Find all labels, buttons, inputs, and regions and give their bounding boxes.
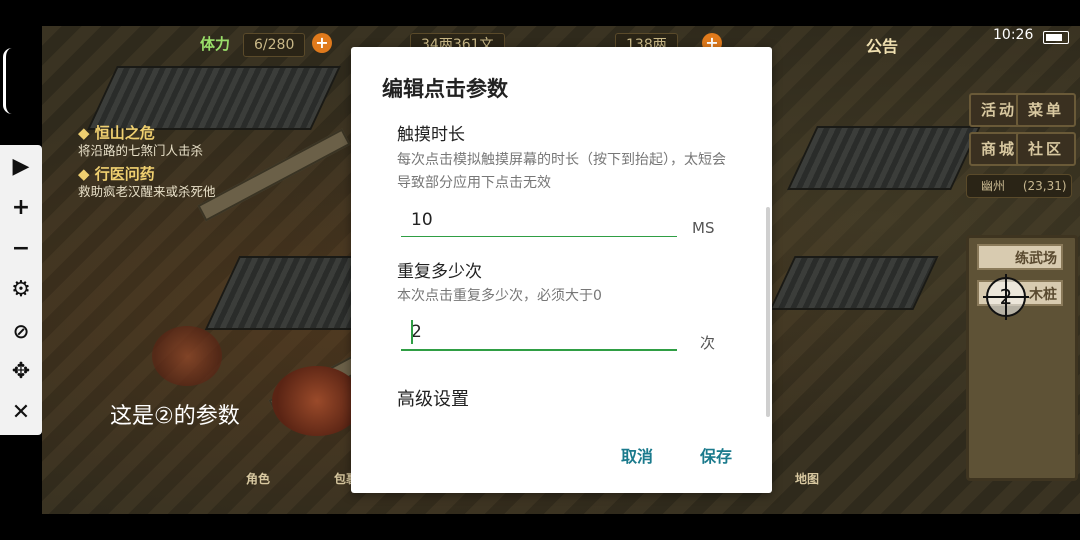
input-underline: [401, 236, 677, 237]
close-icon[interactable]: ✕: [0, 393, 42, 433]
input-underline-focused: [401, 349, 677, 351]
plus-icon[interactable]: +: [0, 188, 42, 228]
drag-handle[interactable]: [3, 48, 12, 114]
move-icon[interactable]: ✥: [0, 352, 42, 392]
location-name: 幽州: [981, 179, 1006, 193]
spot-label: 木桩: [1029, 287, 1057, 303]
status-clock: 10:26: [993, 27, 1034, 43]
touch-duration-unit: MS: [692, 219, 715, 237]
spot-label: 练武场: [1015, 251, 1057, 267]
play-icon[interactable]: ▶: [0, 147, 42, 187]
tree: [152, 326, 222, 386]
roof: [769, 256, 939, 310]
save-button[interactable]: 保存: [700, 443, 732, 467]
cancel-button[interactable]: 取消: [621, 443, 653, 467]
stamina-label: 体力: [200, 35, 231, 53]
quest-desc: 将沿路的七煞门人击杀: [78, 143, 204, 158]
clicker-toolbar: ▶ + − ⚙ ⊘ ✥ ✕: [0, 145, 42, 435]
minus-icon[interactable]: −: [0, 229, 42, 269]
spot-training-ground[interactable]: 练武场: [977, 244, 1063, 270]
repeat-count-input[interactable]: 2: [401, 319, 677, 345]
touch-duration-title: 触摸时长: [397, 125, 465, 145]
dialog-title: 编辑点击参数: [382, 77, 508, 101]
touch-duration-value: 10: [411, 210, 433, 230]
repeat-desc: 本次点击重复多少次，必须大于0: [397, 288, 602, 304]
battery-icon: [1043, 31, 1069, 44]
tap-marker-2[interactable]: 2: [983, 274, 1029, 320]
quest-list: ◆ 恒山之危 将沿路的七煞门人击杀 ◆ 行医问药 救助疯老汉醒来或杀死他: [78, 118, 228, 200]
repeat-unit: 次: [700, 334, 716, 352]
add-stamina-button[interactable]: +: [312, 33, 332, 53]
location-indicator: 幽州 (23,31): [966, 174, 1072, 198]
nearby-spots-panel: 练武场 木桩: [966, 235, 1078, 481]
text-cursor: [411, 320, 413, 344]
edit-click-params-dialog: 编辑点击参数 触摸时长 每次点击模拟触摸屏幕的时长（按下到抬起），太短会导致部分…: [351, 47, 772, 493]
stamina-value: 6/280: [243, 33, 306, 57]
gear-icon[interactable]: ⚙: [0, 270, 42, 310]
quest-title[interactable]: ◆ 行医问药: [78, 163, 228, 184]
tree: [272, 366, 362, 436]
advanced-settings[interactable]: 高级设置: [397, 385, 469, 411]
menu-button[interactable]: 菜单: [1016, 93, 1076, 127]
touch-duration-input[interactable]: 10: [401, 207, 677, 233]
bottom-menu-character[interactable]: 角色: [246, 470, 270, 487]
quest-desc: 救助疯老汉醒来或杀死他: [78, 184, 216, 199]
caption-text: 这是②的参数: [110, 404, 240, 429]
roof: [787, 126, 981, 190]
marker-label: 2: [999, 285, 1013, 309]
bottom-menu-map[interactable]: 地图: [795, 470, 819, 487]
quest-title[interactable]: ◆ 恒山之危: [78, 122, 228, 143]
eye-off-icon[interactable]: ⊘: [0, 311, 42, 351]
announcement-button[interactable]: 公告: [866, 33, 898, 57]
touch-duration-desc: 每次点击模拟触摸屏幕的时长（按下到抬起），太短会导致部分应用下点击无效: [397, 152, 726, 191]
location-coords: (23,31): [1022, 179, 1067, 193]
community-button[interactable]: 社区: [1016, 132, 1076, 166]
dialog-scrollbar[interactable]: [766, 207, 770, 417]
repeat-title: 重复多少次: [397, 262, 482, 282]
